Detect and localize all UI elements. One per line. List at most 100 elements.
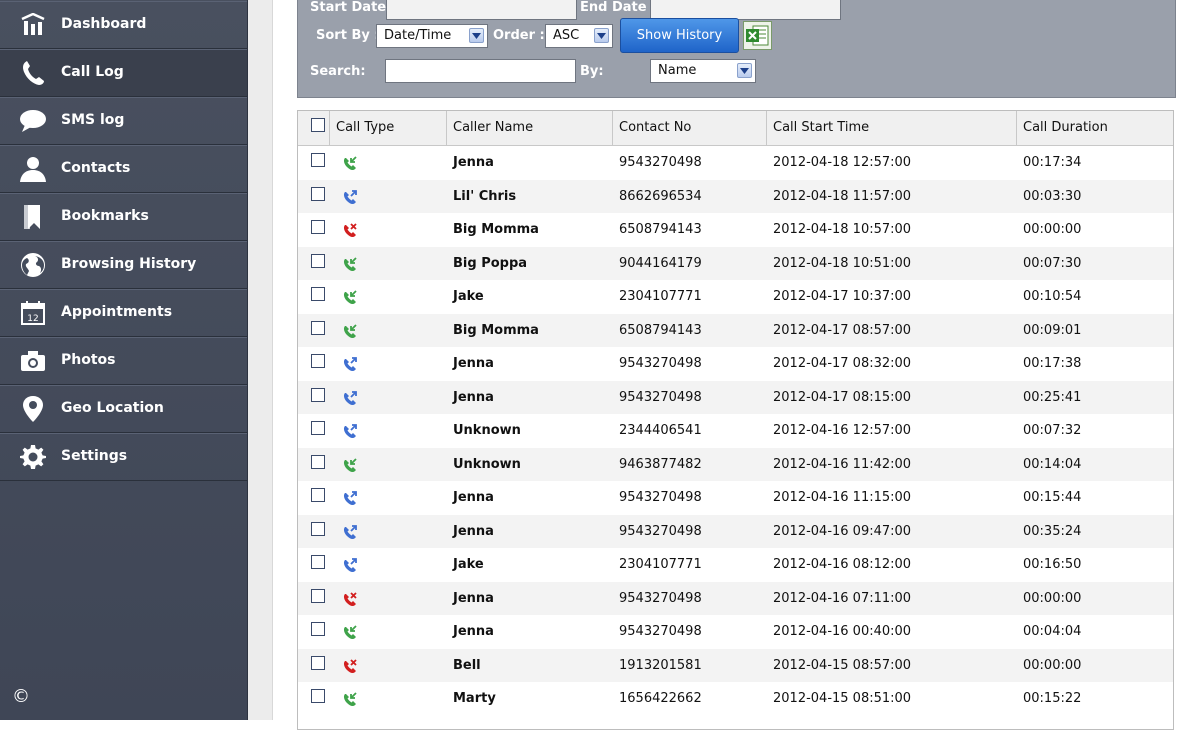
contact-no-cell: 9543270498 [619, 590, 702, 606]
sidebar-item-contacts[interactable]: Contacts [0, 145, 247, 193]
table-row[interactable]: Bell 1913201581 2012-04-15 08:57:00 00:00:0… [298, 648, 1173, 682]
table-row[interactable]: Big Poppa 9044164179 2012-04-18 10:51:00 00… [298, 246, 1173, 280]
call-start-time-cell: 2012-04-18 11:57:00 [773, 188, 912, 204]
sidebar-item-bookmarks[interactable]: Bookmarks [0, 193, 247, 241]
sidebar-item-sms-log[interactable]: SMS log [0, 97, 247, 145]
sidebar-item-label: Bookmarks [61, 208, 149, 224]
table-row[interactable]: Jenna 9543270498 2012-04-18 12:57:00 00:17:… [298, 146, 1173, 180]
call-start-time-cell: 2012-04-18 12:57:00 [773, 155, 912, 170]
sidebar-item-dashboard[interactable]: Dashboard [0, 1, 247, 49]
row-checkbox[interactable] [311, 320, 325, 335]
call-duration-cell: 00:25:41 [1023, 389, 1082, 405]
caller-name-cell: Unknown [453, 456, 521, 472]
search-by-select[interactable]: Name [650, 59, 756, 83]
table-row[interactable]: Marty 1656422662 2012-04-15 08:51:00 00:15:… [298, 682, 1173, 716]
call-start-time-cell: 2012-04-16 11:15:00 [773, 490, 912, 505]
show-history-button[interactable]: Show History [620, 18, 739, 53]
row-checkbox[interactable] [311, 488, 325, 502]
call-duration-cell: 00:35:24 [1023, 523, 1082, 539]
dashboard-icon [18, 12, 48, 38]
table-row[interactable]: Big Momma 6508794143 2012-04-18 10:57:00 00… [298, 213, 1173, 247]
sidebar-item-label: Geo Location [61, 400, 164, 416]
header-contact-no[interactable]: Contact No [613, 111, 767, 145]
search-input[interactable] [385, 59, 576, 83]
caller-name-cell: Big Momma [453, 222, 539, 237]
table-row[interactable]: Jenna 9543270498 2012-04-16 11:15:00 00:15:… [298, 481, 1173, 515]
sort-by-select[interactable]: Date/Time [376, 24, 488, 48]
search-label: Search: [310, 64, 366, 79]
row-checkbox[interactable] [311, 153, 325, 167]
sidebar-item-appointments[interactable]: 12 Appointments [0, 289, 247, 337]
header-call-duration[interactable]: Call Duration [1017, 111, 1173, 145]
order-select[interactable]: ASC [545, 24, 613, 48]
sidebar-item-settings[interactable]: Settings [0, 433, 247, 481]
row-checkbox[interactable] [311, 588, 325, 603]
row-checkbox[interactable] [311, 287, 325, 301]
row-checkbox[interactable] [311, 253, 325, 268]
contact-no-cell: 1656422662 [619, 691, 702, 706]
sidebar-item-browsing-history[interactable]: Browsing History [0, 241, 247, 289]
caller-name-cell: Big Poppa [453, 255, 528, 271]
header-select-cell [298, 111, 330, 145]
sidebar-item-label: Appointments [61, 304, 173, 320]
call-duration-cell: 00:07:32 [1023, 423, 1082, 438]
table-row[interactable]: Jake 2304107771 2012-04-16 08:12:00 00:16:5… [298, 548, 1173, 582]
call-start-time-cell: 2012-04-17 08:15:00 [773, 389, 912, 405]
incoming-call-icon [342, 155, 359, 172]
table-row[interactable]: Jenna 9543270498 2012-04-17 08:32:00 00:17:… [298, 347, 1173, 381]
table-row[interactable]: Unknown 2344406541 2012-04-16 12:57:00 00:0… [298, 414, 1173, 448]
start-date-field[interactable] [386, 0, 577, 20]
row-checkbox[interactable] [311, 354, 325, 368]
search-by-value: Name [658, 63, 697, 78]
row-checkbox[interactable] [311, 689, 325, 703]
end-date-field[interactable] [650, 0, 841, 20]
row-checkbox[interactable] [311, 186, 325, 201]
sidebar-item-label: Dashboard [61, 16, 147, 32]
row-checkbox[interactable] [311, 421, 325, 435]
sidebar: Dashboard Call Log SMS log Contacts Bookmark… [0, 0, 248, 720]
call-start-time-cell: 2012-04-17 08:57:00 [773, 322, 912, 338]
table-row[interactable]: Jenna 9543270498 2012-04-16 07:11:00 00:00:… [298, 581, 1173, 615]
table-row[interactable]: Jake 2304107771 2012-04-17 10:37:00 00:10:5… [298, 280, 1173, 314]
gear-icon [18, 444, 48, 470]
row-checkbox[interactable] [311, 555, 325, 569]
by-label: By: [580, 64, 604, 79]
row-checkbox[interactable] [311, 454, 325, 469]
filter-panel: Start Date : End Date : Sort By : Date/T… [297, 0, 1176, 98]
chevron-down-icon [737, 63, 752, 78]
call-duration-cell: 00:09:01 [1023, 322, 1082, 338]
chevron-down-icon [469, 28, 484, 43]
sidebar-item-geo-location[interactable]: Geo Location [0, 385, 247, 433]
row-checkbox[interactable] [311, 655, 325, 670]
select-all-checkbox[interactable] [311, 118, 325, 132]
outgoing-call-icon [342, 423, 359, 440]
row-checkbox[interactable] [311, 387, 325, 402]
sidebar-item-label: Photos [61, 352, 116, 368]
call-duration-cell: 00:16:50 [1023, 557, 1082, 572]
caller-name-cell: Jenna [453, 389, 494, 405]
call-start-time-cell: 2012-04-16 12:57:00 [773, 423, 912, 438]
table-row[interactable]: Lil' Chris 8662696534 2012-04-18 11:57:00 0… [298, 179, 1173, 213]
caller-name-cell: Big Momma [453, 322, 539, 338]
header-caller-name[interactable]: Caller Name [447, 111, 613, 145]
sidebar-item-photos[interactable]: Photos [0, 337, 247, 385]
table-row[interactable]: Jenna 9543270498 2012-04-16 00:40:00 00:04:… [298, 615, 1173, 649]
header-call-start-time[interactable]: Call Start Time [767, 111, 1017, 145]
row-checkbox[interactable] [311, 220, 325, 234]
call-duration-cell: 00:04:04 [1023, 624, 1082, 639]
table-row[interactable]: Unknown 9463877482 2012-04-16 11:42:00 00:1… [298, 447, 1173, 481]
table-row[interactable]: Jenna 9543270498 2012-04-17 08:15:00 00:25:… [298, 380, 1173, 414]
row-checkbox[interactable] [311, 622, 325, 636]
outgoing-call-icon [342, 490, 359, 507]
caller-name-cell: Marty [453, 691, 496, 706]
caller-name-cell: Jenna [453, 356, 494, 371]
call-start-time-cell: 2012-04-15 08:57:00 [773, 657, 912, 673]
sidebar-item-call-log[interactable]: Call Log [0, 49, 247, 97]
table-row[interactable]: Big Momma 6508794143 2012-04-17 08:57:00 00… [298, 313, 1173, 347]
excel-export-icon[interactable] [743, 21, 772, 50]
bookmark-icon [18, 204, 48, 230]
table-row[interactable]: Jenna 9543270498 2012-04-16 09:47:00 00:35:… [298, 514, 1173, 548]
call-duration-cell: 00:17:34 [1023, 155, 1082, 170]
row-checkbox[interactable] [311, 521, 325, 536]
header-call-type[interactable]: Call Type [330, 111, 447, 145]
